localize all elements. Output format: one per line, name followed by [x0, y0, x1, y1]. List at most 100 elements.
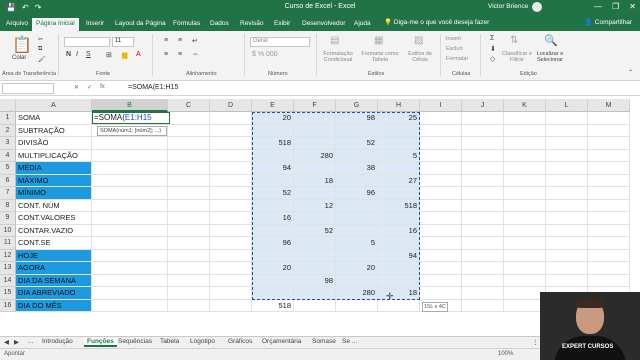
row-header[interactable]: 4: [0, 149, 16, 162]
table-cell[interactable]: [92, 287, 168, 300]
table-cell[interactable]: [294, 262, 336, 275]
tab-inserir[interactable]: Inserir: [86, 18, 104, 31]
row-header[interactable]: 7: [0, 187, 16, 200]
table-cell[interactable]: [252, 199, 294, 212]
table-cell[interactable]: [294, 287, 336, 300]
zoom-level[interactable]: 100%: [498, 351, 513, 357]
table-cell[interactable]: [210, 174, 252, 187]
wrap-text-icon[interactable]: ↵: [192, 37, 198, 45]
table-cell[interactable]: [462, 187, 504, 200]
table-cell[interactable]: [92, 274, 168, 287]
table-cell[interactable]: [336, 249, 378, 262]
table-cell[interactable]: [504, 237, 546, 250]
table-cell[interactable]: [588, 174, 630, 187]
tab-revisao[interactable]: Revisão: [240, 18, 263, 31]
table-cell[interactable]: [462, 124, 504, 137]
table-cell[interactable]: [462, 287, 504, 300]
avatar[interactable]: [532, 2, 542, 12]
table-cell[interactable]: 16: [252, 212, 294, 225]
clear-icon[interactable]: ◇: [490, 55, 495, 63]
sheet-tab[interactable]: Gráficos: [228, 338, 252, 345]
collapse-ribbon-icon[interactable]: ⌃: [628, 69, 633, 76]
column-header-g[interactable]: G: [336, 99, 378, 112]
table-cell[interactable]: 27: [378, 174, 420, 187]
table-cell[interactable]: [462, 262, 504, 275]
table-cell[interactable]: [210, 162, 252, 175]
table-cell[interactable]: [294, 187, 336, 200]
align-top-icon[interactable]: ≡: [164, 37, 168, 44]
italic-button[interactable]: I: [76, 51, 78, 58]
table-cell[interactable]: [462, 174, 504, 187]
table-cell[interactable]: [588, 187, 630, 200]
paste-button[interactable]: Colar: [12, 55, 26, 61]
search-icon[interactable]: 🔍: [544, 34, 558, 47]
table-cell[interactable]: [92, 162, 168, 175]
table-cell[interactable]: [168, 199, 210, 212]
table-cell[interactable]: [210, 212, 252, 225]
table-cell[interactable]: [420, 149, 462, 162]
table-cell[interactable]: [210, 299, 252, 312]
table-cell[interactable]: [336, 224, 378, 237]
table-cell[interactable]: 518: [252, 299, 294, 312]
row-label-cell[interactable]: MULTIPLICAÇÃO: [16, 149, 92, 162]
row-label-cell[interactable]: AGORA: [16, 262, 92, 275]
share-button[interactable]: 👤 Compartilhar: [585, 18, 632, 26]
table-cell[interactable]: [546, 212, 588, 225]
table-cell[interactable]: 12: [294, 199, 336, 212]
fx-button[interactable]: fx: [100, 84, 105, 91]
table-cell[interactable]: [588, 237, 630, 250]
table-cell[interactable]: 16: [378, 224, 420, 237]
table-cell[interactable]: [420, 262, 462, 275]
table-cell[interactable]: [420, 249, 462, 262]
table-cell[interactable]: 94: [252, 162, 294, 175]
table-cell[interactable]: [92, 187, 168, 200]
column-header-l[interactable]: L: [546, 99, 588, 112]
row-header[interactable]: 13: [0, 262, 16, 275]
table-cell[interactable]: 20: [252, 262, 294, 275]
table-cell[interactable]: [588, 124, 630, 137]
table-cell[interactable]: [420, 174, 462, 187]
table-cell[interactable]: [252, 274, 294, 287]
table-cell[interactable]: 20: [336, 262, 378, 275]
table-cell[interactable]: [546, 224, 588, 237]
table-cell[interactable]: [420, 287, 462, 300]
scroll-left-icon[interactable]: ◀: [4, 338, 9, 346]
table-cell[interactable]: [546, 249, 588, 262]
table-cell[interactable]: [420, 237, 462, 250]
table-cell[interactable]: [378, 124, 420, 137]
format-table-button[interactable]: Formatar como Tabela: [360, 51, 400, 63]
paste-icon[interactable]: 📋: [12, 35, 32, 55]
table-cell[interactable]: [168, 149, 210, 162]
merge-icon[interactable]: ⇔: [192, 51, 199, 58]
table-cell[interactable]: [504, 137, 546, 150]
table-cell[interactable]: [168, 249, 210, 262]
table-cell[interactable]: [378, 299, 420, 312]
table-cell[interactable]: [588, 274, 630, 287]
table-cell[interactable]: [546, 174, 588, 187]
table-cell[interactable]: [504, 212, 546, 225]
row-header[interactable]: 1: [0, 112, 16, 125]
table-cell[interactable]: [92, 262, 168, 275]
table-cell[interactable]: [420, 187, 462, 200]
table-cell[interactable]: [168, 274, 210, 287]
close-button[interactable]: ✕: [629, 2, 636, 11]
sheet-tab[interactable]: Somase: [312, 338, 336, 345]
table-cell[interactable]: [252, 149, 294, 162]
active-cell-editor[interactable]: =SOMA(E1:H15: [92, 112, 170, 124]
font-name-select[interactable]: [64, 37, 110, 47]
sheet-tab[interactable]: Orçamentária: [262, 338, 301, 345]
table-cell[interactable]: [588, 162, 630, 175]
table-cell[interactable]: [378, 212, 420, 225]
table-cell[interactable]: [168, 287, 210, 300]
table-cell[interactable]: [504, 149, 546, 162]
row-header[interactable]: 11: [0, 237, 16, 250]
table-cell[interactable]: [210, 112, 252, 125]
table-cell[interactable]: [546, 237, 588, 250]
table-cell[interactable]: [210, 124, 252, 137]
row-label-cell[interactable]: MÍNIMO: [16, 187, 92, 200]
tab-pagina-inicial[interactable]: Página Inicial: [32, 18, 79, 31]
table-cell[interactable]: 5: [336, 237, 378, 250]
table-cell[interactable]: [168, 299, 210, 312]
row-label-cell[interactable]: DIA DO MÊS: [16, 299, 92, 312]
table-cell[interactable]: [420, 137, 462, 150]
